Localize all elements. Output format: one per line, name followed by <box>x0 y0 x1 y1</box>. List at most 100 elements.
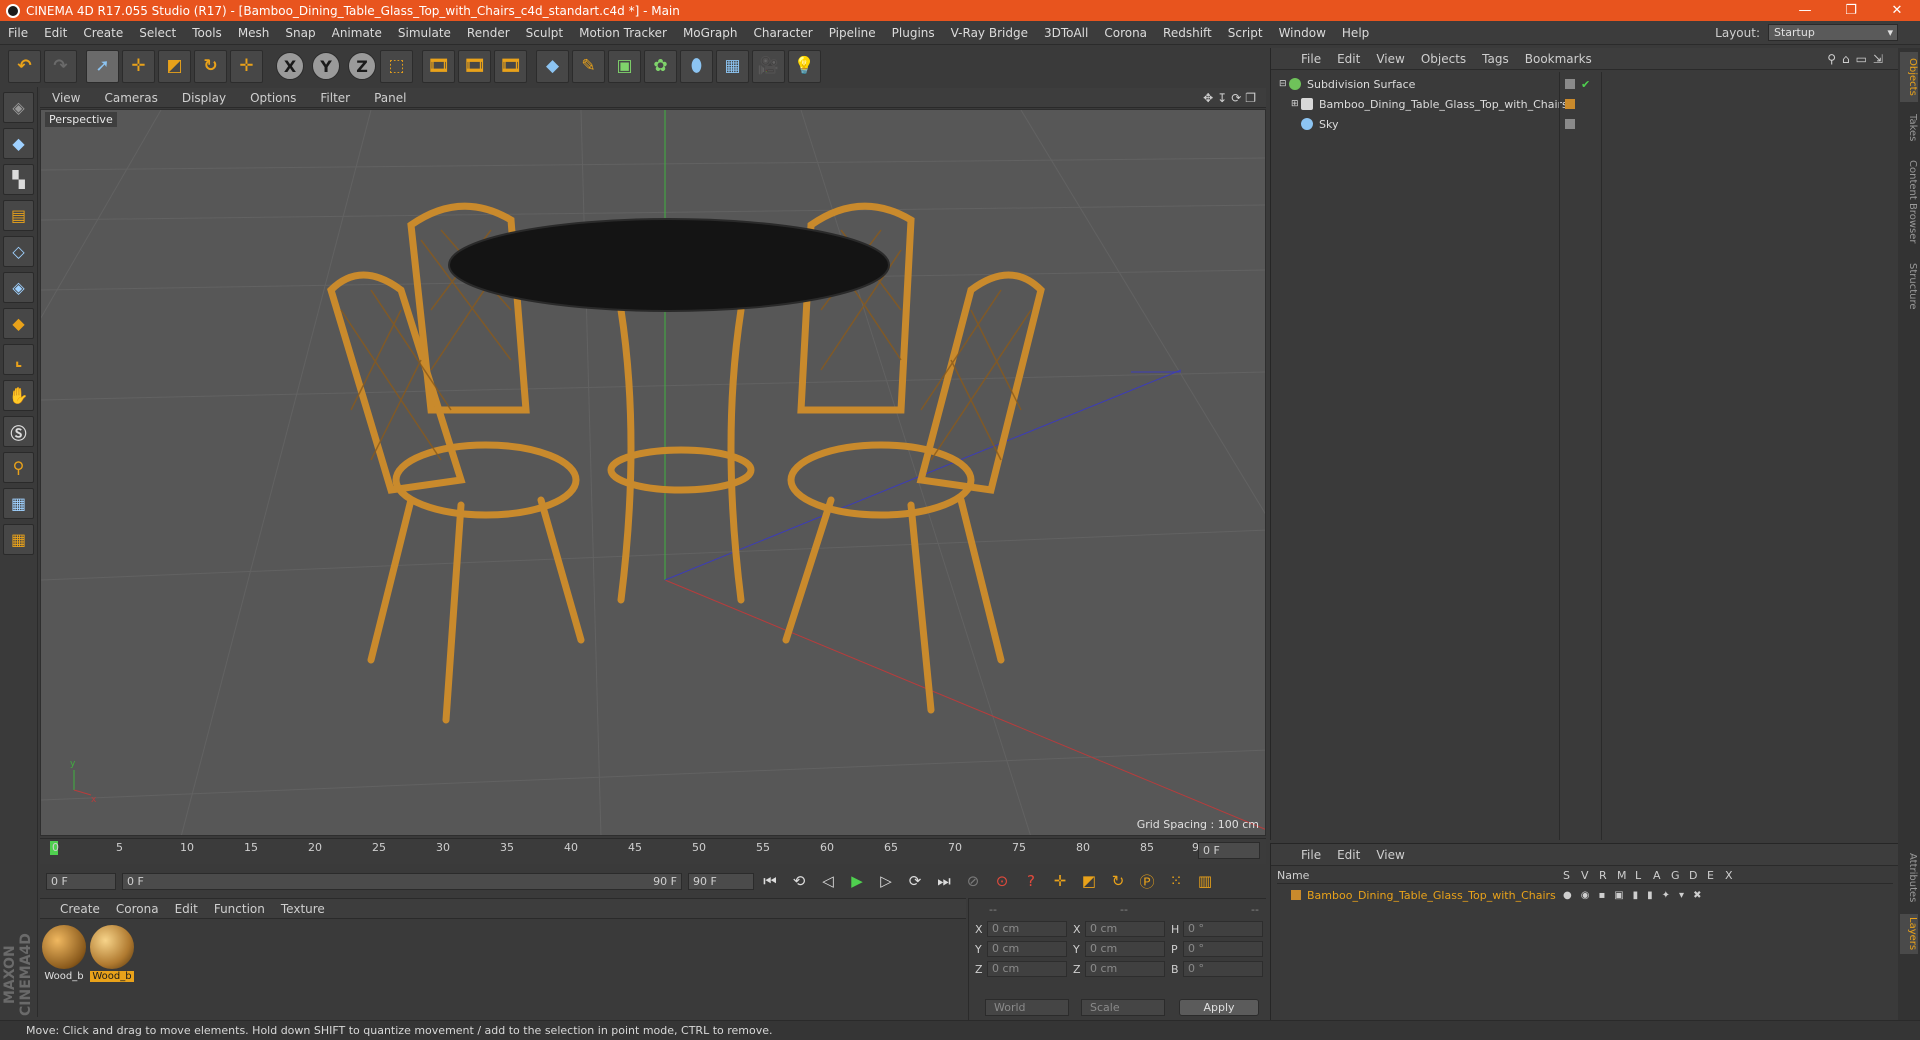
object-menu-objects[interactable]: Objects <box>1413 52 1474 66</box>
tab-structure[interactable]: Structure <box>1900 256 1918 316</box>
world-dropdown[interactable]: World <box>985 999 1069 1016</box>
snapping-icon[interactable]: ⚲ <box>3 452 34 483</box>
layer-menu-file[interactable]: File <box>1293 848 1329 862</box>
start-frame-field[interactable]: 0 F <box>46 872 116 890</box>
next-key-icon[interactable]: ⟳ <box>902 869 928 893</box>
render-view-icon[interactable]: 🎞 <box>422 49 455 83</box>
menu-character[interactable]: Character <box>745 26 820 40</box>
menu-simulate[interactable]: Simulate <box>390 26 459 40</box>
live-selection-icon[interactable]: ➚ <box>86 49 119 83</box>
floor-icon[interactable]: ▦ <box>716 49 749 83</box>
editor-visible-icon[interactable] <box>1565 79 1575 89</box>
frame-range-slider[interactable]: 0 F 90 F <box>122 872 682 890</box>
layout-select[interactable]: Startup <box>1768 24 1898 41</box>
go-to-start-icon[interactable]: ⏮ <box>757 869 783 893</box>
coordinate-system-icon[interactable]: ⬚ <box>380 49 413 83</box>
tweak-mode-icon[interactable]: ✋ <box>3 380 34 411</box>
menu-plugins[interactable]: Plugins <box>884 26 943 40</box>
menu-vray-bridge[interactable]: V-Ray Bridge <box>943 26 1036 40</box>
viewport-menu-options[interactable]: Options <box>238 91 308 105</box>
minimize-button[interactable]: — <box>1782 3 1828 18</box>
menu-help[interactable]: Help <box>1334 26 1377 40</box>
layer-color-swatch[interactable] <box>1291 890 1301 900</box>
object-row[interactable]: Sky <box>1271 114 1899 134</box>
menu-file[interactable]: File <box>0 26 36 40</box>
pos-y-field[interactable]: 0 cm <box>987 941 1067 957</box>
size-x-field[interactable]: 0 cm <box>1085 921 1165 937</box>
axis-mode-icon[interactable]: ⌞ <box>3 344 34 375</box>
material-swatch-2[interactable] <box>90 925 134 969</box>
material-menu-corona[interactable]: Corona <box>108 902 167 916</box>
undo-icon[interactable]: ↶ <box>8 49 41 83</box>
tab-content-browser[interactable]: Content Browser <box>1900 152 1918 252</box>
key-pla-icon[interactable]: ⁙ <box>1163 869 1189 893</box>
menu-corona[interactable]: Corona <box>1096 26 1155 40</box>
make-editable-icon[interactable]: ◈ <box>3 92 34 123</box>
layer-toggle-icons[interactable]: ●◉▪▣▮▮✦▾✖ <box>1563 890 1710 901</box>
rot-h-field[interactable]: 0 ° <box>1183 921 1263 937</box>
layer-menu-edit[interactable]: Edit <box>1329 848 1368 862</box>
layer-color-icon[interactable] <box>1565 99 1575 109</box>
play-icon[interactable]: ▶ <box>844 869 870 893</box>
pos-z-field[interactable]: 0 cm <box>987 961 1067 977</box>
object-row[interactable]: ⊟ Subdivision Surface ✔ <box>1271 74 1899 94</box>
timeline-window-icon[interactable]: ▥ <box>1192 869 1218 893</box>
menu-tools[interactable]: Tools <box>184 26 230 40</box>
next-frame-icon[interactable]: ▷ <box>873 869 899 893</box>
key-parameter-icon[interactable]: Ⓟ <box>1134 869 1160 893</box>
tab-layers[interactable]: Layers <box>1900 914 1918 954</box>
menu-pipeline[interactable]: Pipeline <box>821 26 884 40</box>
object-menu-view[interactable]: View <box>1368 52 1412 66</box>
key-position-icon[interactable]: ✛ <box>1047 869 1073 893</box>
object-menu-file[interactable]: File <box>1293 52 1329 66</box>
polygons-mode-icon[interactable]: ◆ <box>3 308 34 339</box>
workplane-mode-icon[interactable]: ▤ <box>3 200 34 231</box>
record-keys-icon[interactable]: ⊙ <box>989 869 1015 893</box>
scale-dropdown[interactable]: Scale <box>1081 999 1165 1016</box>
menu-window[interactable]: Window <box>1271 26 1334 40</box>
object-menu-bookmarks[interactable]: Bookmarks <box>1517 52 1600 66</box>
menu-edit[interactable]: Edit <box>36 26 75 40</box>
scale-tool-icon[interactable]: ◩ <box>158 49 191 83</box>
key-scale-icon[interactable]: ◩ <box>1076 869 1102 893</box>
camera-icon[interactable]: 🎥 <box>752 49 785 83</box>
menu-sculpt[interactable]: Sculpt <box>518 26 571 40</box>
current-frame-field[interactable]: 0 F <box>1198 842 1260 859</box>
tab-attributes[interactable]: Attributes <box>1900 848 1918 908</box>
menu-mesh[interactable]: Mesh <box>230 26 278 40</box>
restore-button[interactable]: ❐ <box>1828 3 1874 18</box>
previous-frame-icon[interactable]: ◁ <box>815 869 841 893</box>
move-tool-icon[interactable]: ✛ <box>122 49 155 83</box>
layer-menu-view[interactable]: View <box>1368 848 1412 862</box>
viewport-navigation-icons[interactable]: ✥↧⟳❐ <box>1203 91 1260 105</box>
pen-spline-icon[interactable]: ✎ <box>572 49 605 83</box>
edges-mode-icon[interactable]: ◈ <box>3 272 34 303</box>
apply-button[interactable]: Apply <box>1179 999 1259 1016</box>
autokey-icon[interactable]: ? <box>1018 869 1044 893</box>
motion-record-icon[interactable]: ⊘ <box>960 869 986 893</box>
subdivision-surface-icon[interactable]: ▣ <box>608 49 641 83</box>
viewport-menu-panel[interactable]: Panel <box>362 91 418 105</box>
tab-objects[interactable]: Objects <box>1900 52 1918 102</box>
points-mode-icon[interactable]: ◇ <box>3 236 34 267</box>
end-frame-field[interactable]: 90 F <box>688 872 754 890</box>
cloner-icon[interactable]: ✿ <box>644 49 677 83</box>
menu-snap[interactable]: Snap <box>277 26 323 40</box>
render-settings-icon[interactable]: 🎞 <box>494 49 527 83</box>
editor-visible-icon[interactable] <box>1565 119 1575 129</box>
menu-render[interactable]: Render <box>459 26 518 40</box>
layer-row[interactable]: Bamboo_Dining_Table_Glass_Top_with_Chair… <box>1277 886 1893 904</box>
solo-mode-icon[interactable]: Ⓢ <box>3 416 34 447</box>
rot-b-field[interactable]: 0 ° <box>1183 961 1263 977</box>
material-swatch-1[interactable] <box>42 925 86 969</box>
enabled-check-icon[interactable]: ✔ <box>1581 78 1590 91</box>
z-axis-lock-button[interactable]: Z <box>348 52 376 80</box>
menu-select[interactable]: Select <box>131 26 184 40</box>
workplane-lock-icon[interactable]: ▦ <box>3 488 34 519</box>
previous-key-icon[interactable]: ⟲ <box>786 869 812 893</box>
size-y-field[interactable]: 0 cm <box>1085 941 1165 957</box>
viewport-menu-display[interactable]: Display <box>170 91 238 105</box>
viewport-menu-filter[interactable]: Filter <box>308 91 362 105</box>
object-row[interactable]: ⊞ Bamboo_Dining_Table_Glass_Top_with_Cha… <box>1271 94 1899 114</box>
viewport-menu-view[interactable]: View <box>40 91 92 105</box>
